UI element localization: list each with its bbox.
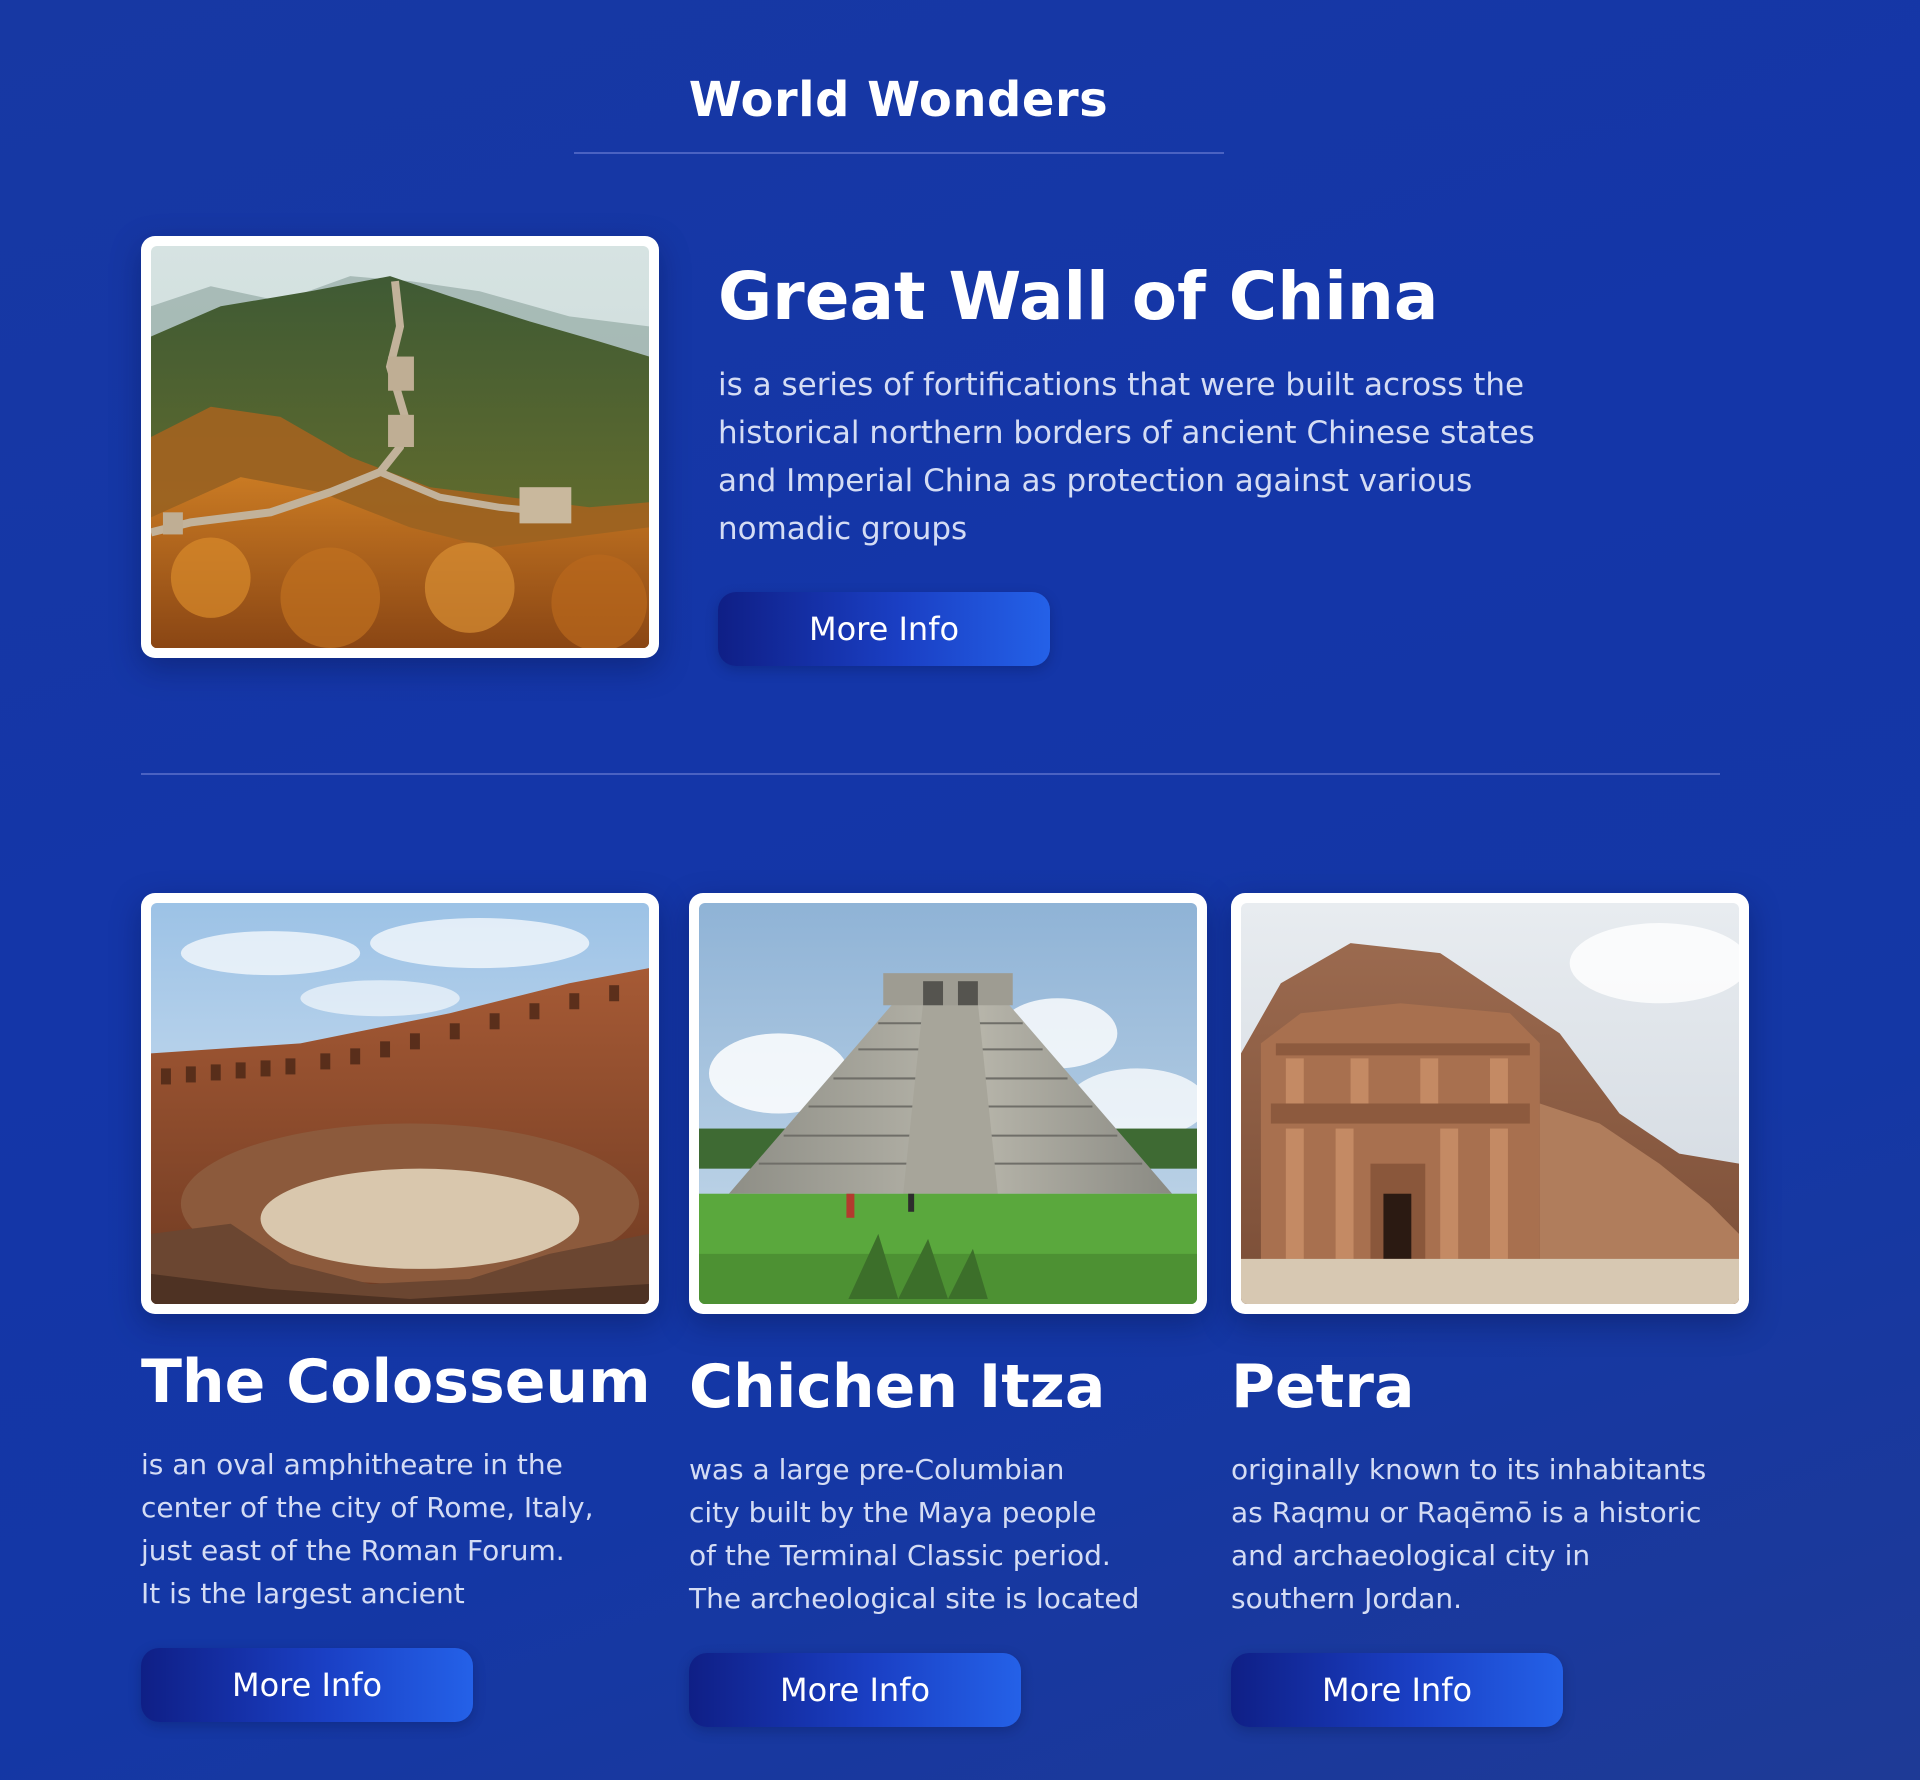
petra-more-info-button[interactable]: More Info xyxy=(1231,1653,1563,1727)
chichen-itza-image-frame xyxy=(689,893,1207,1314)
description-line: city built by the Maya people xyxy=(689,1496,1097,1529)
description-line: and archaeological city in xyxy=(1231,1539,1591,1572)
section-divider xyxy=(141,773,1720,775)
featured-more-info-button[interactable]: More Info xyxy=(718,592,1050,666)
page-title: World Wonders xyxy=(688,72,1109,128)
title-divider xyxy=(574,152,1224,154)
description-line: was a large pre-Columbian xyxy=(689,1453,1065,1486)
card-description: is an oval amphitheatre in the center of… xyxy=(141,1443,594,1615)
card-description: originally known to its inhabitants as R… xyxy=(1231,1448,1706,1620)
featured-description: is a series of fortifications that were … xyxy=(718,367,1535,547)
card-title: Petra xyxy=(1231,1352,1415,1422)
chichen-itza-photo xyxy=(699,903,1197,1304)
description-line: as Raqmu or Raqēmō is a historic xyxy=(1231,1496,1702,1529)
great-wall-photo xyxy=(151,246,649,648)
featured-title: Great Wall of China xyxy=(718,258,1439,335)
colosseum-image-frame xyxy=(141,893,659,1314)
card-description: was a large pre-Columbian city built by … xyxy=(689,1448,1139,1620)
description-line: center of the city of Rome, Italy, xyxy=(141,1491,594,1524)
card-title: Chichen Itza xyxy=(689,1352,1106,1422)
petra-photo xyxy=(1241,903,1739,1304)
description-line: originally known to its inhabitants xyxy=(1231,1453,1707,1486)
colosseum-photo xyxy=(151,903,649,1304)
petra-image-frame xyxy=(1231,893,1749,1314)
card-title: The Colosseum xyxy=(141,1347,651,1417)
description-line: It is the largest ancient xyxy=(141,1577,465,1610)
description-line: just east of the Roman Forum. xyxy=(141,1534,565,1567)
chichen-itza-more-info-button[interactable]: More Info xyxy=(689,1653,1021,1727)
description-line: of the Terminal Classic period. xyxy=(689,1539,1111,1572)
description-line: The archeological site is located xyxy=(689,1582,1140,1615)
description-line: is an oval amphitheatre in the xyxy=(141,1448,563,1481)
featured-image-frame xyxy=(141,236,659,658)
colosseum-more-info-button[interactable]: More Info xyxy=(141,1648,473,1722)
description-line: southern Jordan. xyxy=(1231,1582,1463,1615)
